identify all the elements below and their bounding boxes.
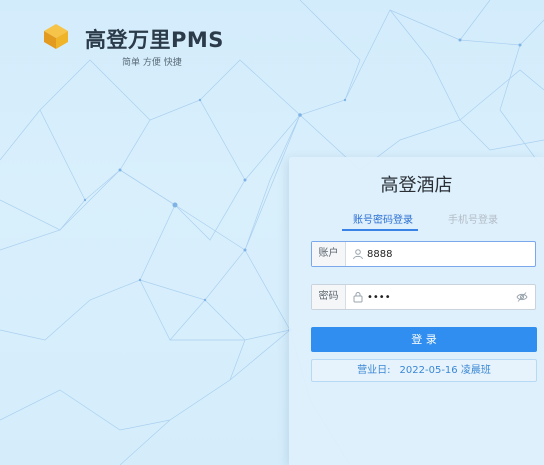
login-panel: 高登酒店 账号密码登录 手机号登录 账户 密码 登 录 营业日: 2022-05-… [289,157,544,465]
eye-off-icon[interactable] [516,291,528,303]
password-input[interactable] [367,287,517,307]
business-day-label: 营业日: [357,365,391,376]
account-input[interactable] [367,244,517,264]
tab-phone-login[interactable]: 手机号登录 [448,211,498,226]
account-label: 账户 [312,242,346,266]
tab-password-login[interactable]: 账号密码登录 [353,211,413,226]
brand-name: 高登万里PMS [85,28,224,52]
password-label: 密码 [312,285,346,309]
cube-logo-icon [44,24,68,49]
active-tab-indicator [342,229,418,231]
brand-slogan: 简单 方便 快捷 [122,58,182,68]
login-button[interactable]: 登 录 [311,327,537,352]
user-icon [353,249,363,260]
lock-icon [353,292,363,303]
business-day-info: 营业日: 2022-05-16 凌晨班 [311,359,537,382]
business-day-value: 2022-05-16 凌晨班 [399,365,491,376]
brand-header: 高登万里PMS 简单 方便 快捷 [42,22,242,70]
account-field[interactable]: 账户 [311,241,536,267]
hotel-name: 高登酒店 [380,175,453,196]
password-field[interactable]: 密码 [311,284,536,310]
